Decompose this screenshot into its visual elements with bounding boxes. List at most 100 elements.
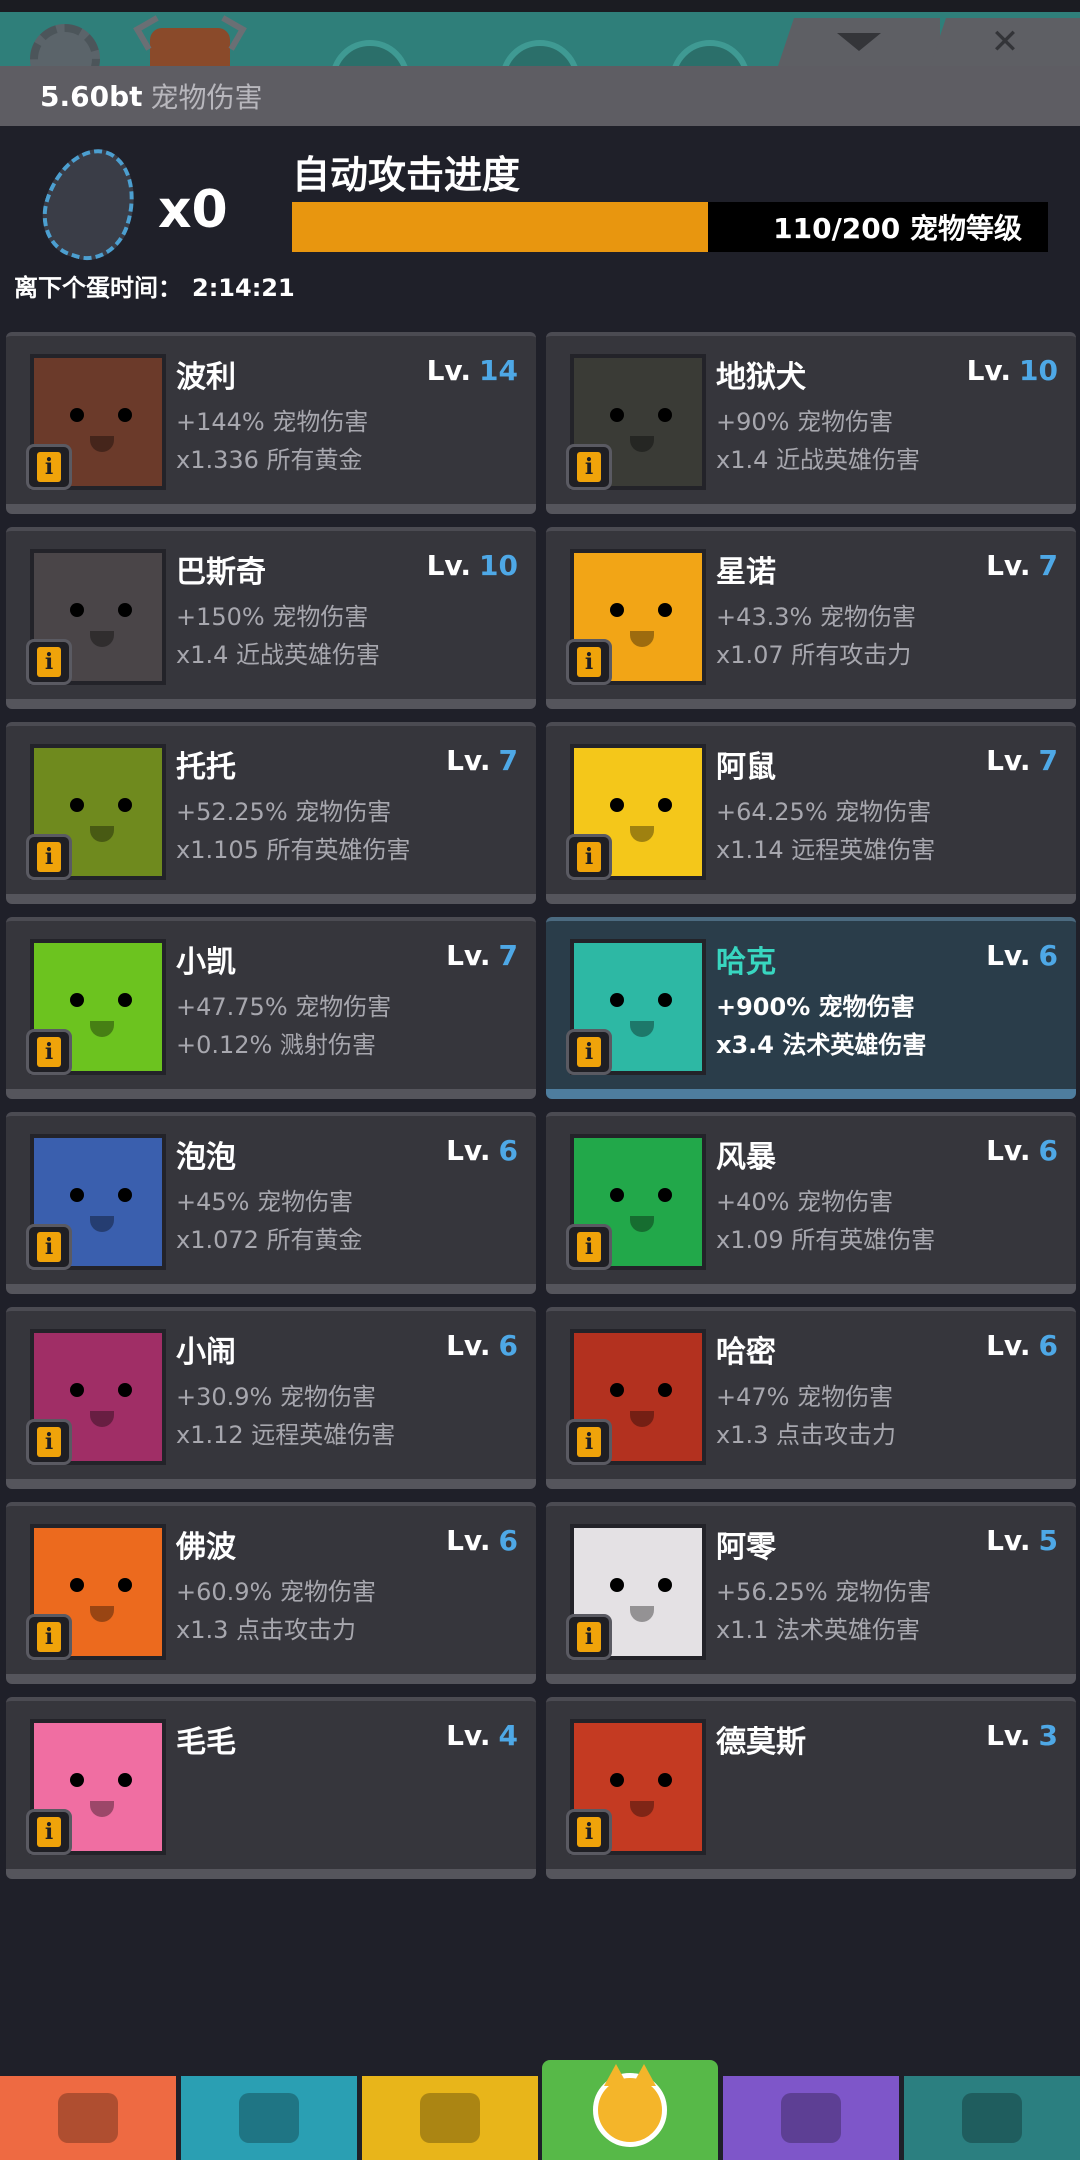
pet-card[interactable]: i 哈密 Lv. 6 +47% 宠物伤害 x1.3 点击攻击力 bbox=[546, 1307, 1076, 1489]
pet-stat-secondary: x3.4 法术英雄伤害 bbox=[716, 1031, 927, 1059]
pet-eye bbox=[118, 1188, 132, 1202]
nav-tab-clan[interactable] bbox=[723, 2076, 900, 2160]
nav-tab-pet-fox[interactable] bbox=[542, 2060, 719, 2160]
pet-level-prefix: Lv. bbox=[426, 549, 472, 582]
pet-level: Lv. 10 bbox=[427, 549, 518, 582]
pet-eye bbox=[118, 603, 132, 617]
pet-info-button[interactable]: i bbox=[26, 444, 72, 490]
pet-level-number: 6 bbox=[498, 1134, 518, 1167]
pet-stat-primary: +52.25% 宠物伤害 bbox=[176, 798, 392, 826]
pet-level: Lv. 7 bbox=[446, 939, 518, 972]
pet-info-button[interactable]: i bbox=[566, 639, 612, 685]
pet-level-prefix: Lv. bbox=[426, 354, 472, 387]
pet-info-button[interactable]: i bbox=[26, 1419, 72, 1465]
skill-circle-icon[interactable] bbox=[330, 40, 410, 66]
pet-mouth bbox=[90, 631, 114, 647]
pet-card[interactable]: i 阿零 Lv. 5 +56.25% 宠物伤害 x1.1 法术英雄伤害 bbox=[546, 1502, 1076, 1684]
pet-info-button[interactable]: i bbox=[566, 1614, 612, 1660]
pet-card[interactable]: i 星诺 Lv. 7 +43.3% 宠物伤害 x1.07 所有攻击力 bbox=[546, 527, 1076, 709]
pet-eye bbox=[118, 408, 132, 422]
pet-card[interactable]: i 风暴 Lv. 6 +40% 宠物伤害 x1.09 所有英雄伤害 bbox=[546, 1112, 1076, 1294]
pet-level: Lv. 4 bbox=[446, 1719, 518, 1752]
pet-card[interactable]: i 阿鼠 Lv. 7 +64.25% 宠物伤害 x1.14 远程英雄伤害 bbox=[546, 722, 1076, 904]
pet-eye bbox=[70, 1383, 84, 1397]
pet-eye bbox=[118, 1773, 132, 1787]
pet-stat-primary: +45% 宠物伤害 bbox=[176, 1188, 354, 1216]
nav-tab-armor[interactable] bbox=[361, 2076, 538, 2160]
pet-name: 星诺 bbox=[716, 555, 776, 590]
pet-stat-primary: +47.75% 宠物伤害 bbox=[176, 993, 392, 1021]
pet-name: 托托 bbox=[176, 750, 236, 785]
pet-eye bbox=[658, 1578, 672, 1592]
pet-stat-primary: +56.25% 宠物伤害 bbox=[716, 1578, 932, 1606]
settings-gear-icon[interactable] bbox=[30, 24, 100, 66]
pet-name: 阿零 bbox=[716, 1530, 776, 1565]
pet-info-button[interactable]: i bbox=[26, 834, 72, 880]
close-panel-button[interactable]: ✕ bbox=[930, 18, 1080, 66]
pet-level-number: 7 bbox=[1038, 744, 1058, 777]
pet-info-button[interactable]: i bbox=[26, 1614, 72, 1660]
nav-tab-hero[interactable] bbox=[180, 2076, 357, 2160]
pet-info-button[interactable]: i bbox=[566, 444, 612, 490]
pet-info-button[interactable]: i bbox=[566, 1224, 612, 1270]
pet-level-number: 7 bbox=[498, 744, 518, 777]
pet-level-prefix: Lv. bbox=[446, 939, 491, 972]
pet-level-number: 6 bbox=[1038, 1329, 1058, 1362]
info-icon: i bbox=[577, 647, 601, 677]
collapse-panel-button[interactable] bbox=[778, 18, 940, 66]
pet-eye bbox=[70, 798, 84, 812]
info-icon: i bbox=[577, 452, 601, 482]
skill-circle-icon[interactable] bbox=[670, 40, 750, 66]
pet-eye bbox=[610, 1578, 624, 1592]
pet-stat-secondary: x1.4 近战英雄伤害 bbox=[176, 641, 380, 669]
pet-level-number: 6 bbox=[498, 1524, 518, 1557]
info-icon: i bbox=[37, 1037, 61, 1067]
pet-eye bbox=[658, 603, 672, 617]
pet-card[interactable]: i 巴斯奇 Lv. 10 +150% 宠物伤害 x1.4 近战英雄伤害 bbox=[6, 527, 536, 709]
pet-card[interactable]: i 托托 Lv. 7 +52.25% 宠物伤害 x1.105 所有英雄伤害 bbox=[6, 722, 536, 904]
pet-mouth bbox=[90, 1801, 114, 1817]
next-egg-label: 离下个蛋时间： bbox=[14, 274, 182, 302]
pet-card[interactable]: i 哈克 Lv. 6 +900% 宠物伤害 x3.4 法术英雄伤害 bbox=[546, 917, 1076, 1099]
pet-level: Lv. 10 bbox=[967, 354, 1058, 387]
pet-eye bbox=[70, 1188, 84, 1202]
pet-card[interactable]: i 小闹 Lv. 6 +30.9% 宠物伤害 x1.12 远程英雄伤害 bbox=[6, 1307, 536, 1489]
info-icon: i bbox=[577, 1427, 601, 1457]
pet-info-button[interactable]: i bbox=[566, 1419, 612, 1465]
pet-info-button[interactable]: i bbox=[566, 1809, 612, 1855]
pet-info-button[interactable]: i bbox=[26, 639, 72, 685]
pet-level-prefix: Lv. bbox=[986, 744, 1031, 777]
pet-info-button[interactable]: i bbox=[26, 1224, 72, 1270]
pet-stat-primary: +150% 宠物伤害 bbox=[176, 603, 369, 631]
pet-card[interactable]: i 毛毛 Lv. 4 bbox=[6, 1697, 536, 1879]
top-dark-band bbox=[0, 0, 1080, 12]
pet-level: Lv. 6 bbox=[446, 1329, 518, 1362]
skill-circle-icon[interactable] bbox=[500, 40, 580, 66]
info-icon: i bbox=[577, 1232, 601, 1262]
pet-card[interactable]: i 波利 Lv. 14 +144% 宠物伤害 x1.336 所有黄金 bbox=[6, 332, 536, 514]
info-icon: i bbox=[37, 1622, 61, 1652]
nav-tab-sword[interactable] bbox=[0, 2076, 176, 2160]
pet-mouth bbox=[90, 1411, 114, 1427]
pet-stat-secondary: +0.12% 溅射伤害 bbox=[176, 1031, 376, 1059]
shop-icon bbox=[962, 2093, 1022, 2143]
egg-slot[interactable] bbox=[30, 137, 150, 271]
pet-eye bbox=[610, 408, 624, 422]
pet-info-button[interactable]: i bbox=[566, 1029, 612, 1075]
nav-tab-shop[interactable] bbox=[904, 2076, 1080, 2160]
pet-level: Lv. 6 bbox=[986, 1329, 1058, 1362]
pet-info-button[interactable]: i bbox=[566, 834, 612, 880]
hero-portrait-icon[interactable] bbox=[150, 28, 230, 66]
pet-card[interactable]: i 佛波 Lv. 6 +60.9% 宠物伤害 x1.3 点击攻击力 bbox=[6, 1502, 536, 1684]
pet-eye bbox=[610, 798, 624, 812]
info-icon: i bbox=[37, 647, 61, 677]
pet-card[interactable]: i 泡泡 Lv. 6 +45% 宠物伤害 x1.072 所有黄金 bbox=[6, 1112, 536, 1294]
pet-card[interactable]: i 德莫斯 Lv. 3 bbox=[546, 1697, 1076, 1879]
pet-stat-primary: +90% 宠物伤害 bbox=[716, 408, 894, 436]
pet-info-button[interactable]: i bbox=[26, 1809, 72, 1855]
pet-card[interactable]: i 小凯 Lv. 7 +47.75% 宠物伤害 +0.12% 溅射伤害 bbox=[6, 917, 536, 1099]
pet-level-number: 6 bbox=[1038, 1134, 1058, 1167]
pet-mouth bbox=[630, 1216, 654, 1232]
pet-info-button[interactable]: i bbox=[26, 1029, 72, 1075]
pet-card[interactable]: i 地狱犬 Lv. 10 +90% 宠物伤害 x1.4 近战英雄伤害 bbox=[546, 332, 1076, 514]
